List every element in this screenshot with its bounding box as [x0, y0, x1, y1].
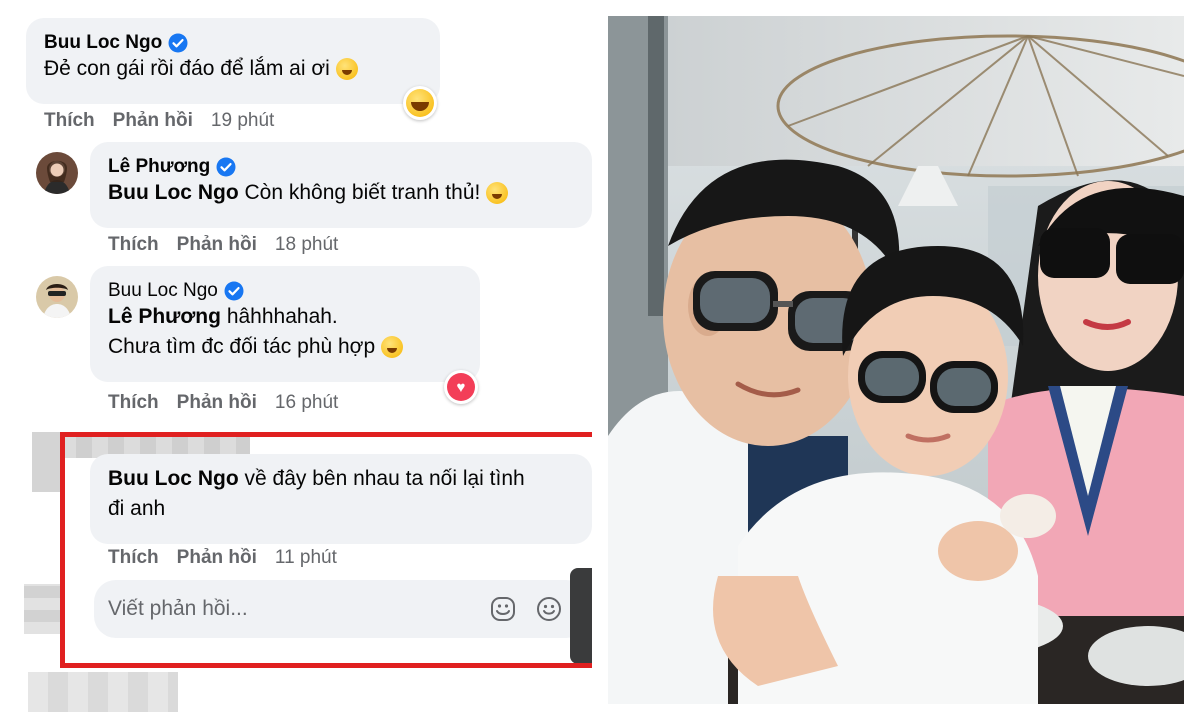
comment-text-content: Đẻ con gái rồi đáo để lắm ai ơi — [44, 57, 330, 80]
mention-tag[interactable]: Lê Phương — [108, 305, 221, 328]
reply-bubble: Lê Phương Buu Loc Ngo Còn không biết tra… — [90, 142, 592, 228]
reply-author-name[interactable]: Buu Loc Ngo — [108, 280, 218, 302]
comment-author[interactable]: Buu Loc Ngo — [44, 32, 188, 54]
verified-badge-icon — [168, 33, 188, 53]
reply-author-name[interactable]: Lê Phương — [108, 156, 210, 178]
highlight-frame — [60, 432, 592, 668]
like-link[interactable]: Thích — [108, 234, 159, 256]
like-link[interactable]: Thích — [44, 110, 95, 132]
like-link[interactable]: Thích — [108, 392, 159, 414]
comment-bubble: Buu Loc Ngo Đẻ con gái rồi đáo để lắm ai… — [26, 18, 440, 104]
reply-link[interactable]: Phản hồi — [177, 234, 257, 256]
reply-text-line1: hâhhhahah. — [226, 305, 338, 328]
reply-text: Lê Phương hâhhhahah. — [108, 302, 462, 332]
reply-text-line2-row: Chưa tìm đc đối tác phù hợp — [108, 332, 462, 362]
reply-text: Buu Loc Ngo Còn không biết tranh thủ! — [108, 178, 574, 208]
mention-tag[interactable]: Buu Loc Ngo — [108, 181, 239, 204]
reply-link[interactable]: Phản hồi — [113, 110, 193, 132]
reply-author[interactable]: Buu Loc Ngo — [108, 280, 244, 302]
comment-actions: Thích Phản hồi 19 phút — [44, 110, 274, 132]
comment-thread: Buu Loc Ngo Đẻ con gái rồi đáo để lắm ai… — [14, 0, 592, 720]
laughing-emoji-icon — [486, 182, 509, 205]
reply-author[interactable]: Lê Phương — [108, 156, 236, 178]
pixelated-avatar — [32, 432, 60, 492]
comment-timestamp[interactable]: 19 phút — [211, 110, 274, 132]
reply-bubble: Buu Loc Ngo Lê Phương hâhhhahah. Chưa tì… — [90, 266, 480, 382]
avatar[interactable] — [36, 276, 78, 318]
reply-link[interactable]: Phản hồi — [177, 392, 257, 414]
verified-badge-icon — [216, 157, 236, 177]
love-reaction-icon[interactable]: ♥ — [444, 370, 478, 404]
reply-timestamp[interactable]: 18 phút — [275, 234, 338, 256]
comment-author-name[interactable]: Buu Loc Ngo — [44, 32, 162, 54]
laugh-reaction-icon[interactable] — [403, 86, 437, 120]
reply-text-line2: Chưa tìm đc đối tác phù hợp — [108, 335, 376, 358]
grimace-emoji-icon — [380, 336, 403, 359]
grimace-emoji-icon — [335, 58, 358, 81]
pixelated-avatar — [28, 672, 178, 712]
reply-actions: Thích Phản hồi 16 phút — [108, 392, 338, 414]
verified-badge-icon — [224, 281, 244, 301]
reply-actions: Thích Phản hồi 18 phút — [108, 234, 338, 256]
family-selfie-photo-icon — [608, 16, 1184, 704]
avatar[interactable] — [36, 152, 78, 194]
pixelated-avatar — [24, 584, 60, 634]
reply-text-content: Còn không biết tranh thủ! — [244, 181, 481, 204]
reply-timestamp[interactable]: 16 phút — [275, 392, 338, 414]
family-photo — [608, 16, 1184, 704]
comment-text: Đẻ con gái rồi đáo để lắm ai ơi — [44, 54, 422, 84]
